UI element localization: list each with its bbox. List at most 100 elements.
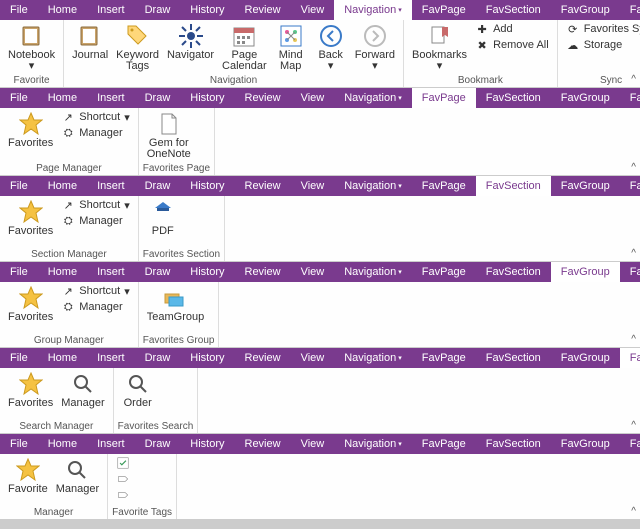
tab-review[interactable]: Review [235,348,291,368]
collapse-ribbon-button[interactable]: ^ [631,248,636,259]
tab-draw[interactable]: Draw [135,434,181,454]
favorites-sync-button[interactable]: ⟳Favorites Sync [566,22,640,36]
favorite-button[interactable]: Favorite [4,456,52,497]
back-button[interactable]: Back▾ [311,22,351,74]
favorites-button[interactable]: Favorites [4,110,57,151]
tab-history[interactable]: History [180,434,234,454]
tag-check-button[interactable] [116,456,130,470]
tab-insert[interactable]: Insert [87,176,135,196]
tab-review[interactable]: Review [235,176,291,196]
tab-favsearch[interactable]: FavSearch [620,434,640,454]
tab-navigation[interactable]: Navigation▾ [334,348,412,368]
tab-draw[interactable]: Draw [135,176,181,196]
tab-insert[interactable]: Insert [87,262,135,282]
tab-home[interactable]: Home [38,0,87,20]
tab-favsearch[interactable]: FavSearch [620,348,640,368]
shortcut-button[interactable]: ↗Shortcut ▾ [61,198,130,212]
tab-insert[interactable]: Insert [87,348,135,368]
shortcut-button[interactable]: ↗Shortcut ▾ [61,284,130,298]
journal-button[interactable]: Journal [68,22,112,63]
tab-history[interactable]: History [180,176,234,196]
collapse-ribbon-button[interactable]: ^ [631,420,636,431]
tab-file[interactable]: File [0,176,38,196]
tab-file[interactable]: File [0,0,38,20]
tab-history[interactable]: History [180,0,234,20]
tab-file[interactable]: File [0,348,38,368]
forward-button[interactable]: Forward▾ [351,22,399,74]
tab-navigation[interactable]: Navigation▾ [334,88,412,108]
manager-button[interactable]: ⛭Manager [61,214,130,228]
tab-draw[interactable]: Draw [135,0,181,20]
tab-navigation[interactable]: Navigation▾ [334,0,412,20]
tab-history[interactable]: History [180,348,234,368]
tab-file[interactable]: File [0,88,38,108]
tab-home[interactable]: Home [38,262,87,282]
notebook-button[interactable]: Notebook▾ [4,22,59,74]
tab-navigation[interactable]: Navigation▾ [334,434,412,454]
manager-button[interactable]: ⛭Manager [61,126,130,140]
tab-history[interactable]: History [180,262,234,282]
bookmarks-button[interactable]: Bookmarks▾ [408,22,471,74]
tab-favpage[interactable]: FavPage [412,88,476,108]
tab-draw[interactable]: Draw [135,88,181,108]
tab-review[interactable]: Review [235,0,291,20]
tab-favsearch[interactable]: FavSearch [620,262,640,282]
favorites-button[interactable]: Favorites [4,370,57,411]
tab-history[interactable]: History [180,88,234,108]
keyword-tags-button[interactable]: Keyword Tags [112,22,163,74]
tab-favsection[interactable]: FavSection [476,348,551,368]
tab-favsearch[interactable]: FavSearch [620,88,640,108]
page-calendar-button[interactable]: Page Calendar [218,22,271,74]
tab-favgroup[interactable]: FavGroup [551,262,620,282]
tab-insert[interactable]: Insert [87,434,135,454]
tab-favpage[interactable]: FavPage [412,176,476,196]
mind-map-button[interactable]: Mind Map [271,22,311,74]
tab-navigation[interactable]: Navigation▾ [334,262,412,282]
tab-favgroup[interactable]: FavGroup [551,348,620,368]
collapse-ribbon-button[interactable]: ^ [631,506,636,517]
tab-review[interactable]: Review [235,434,291,454]
tab-favgroup[interactable]: FavGroup [551,88,620,108]
tab-home[interactable]: Home [38,88,87,108]
manager-button[interactable]: Manager [52,456,103,497]
tab-favsection[interactable]: FavSection [476,262,551,282]
tab-view[interactable]: View [291,348,335,368]
tab-home[interactable]: Home [38,176,87,196]
tab-draw[interactable]: Draw [135,348,181,368]
tab-favsection[interactable]: FavSection [476,88,551,108]
order-button[interactable]: Order [118,370,158,411]
favorites-button[interactable]: Favorites [4,198,57,239]
teamgroup-button[interactable]: TeamGroup [143,284,208,325]
add-button[interactable]: ✚Add [475,22,549,36]
tab-draw[interactable]: Draw [135,262,181,282]
tab-navigation[interactable]: Navigation▾ [334,176,412,196]
tab-insert[interactable]: Insert [87,88,135,108]
tab-home[interactable]: Home [38,348,87,368]
tab-favsection[interactable]: FavSection [476,0,551,20]
manager-button[interactable]: Manager [57,370,108,411]
tab-favsearch[interactable]: FavSearch [620,176,640,196]
tab-favpage[interactable]: FavPage [412,434,476,454]
collapse-ribbon-button[interactable]: ^ [631,74,636,85]
tab-view[interactable]: View [291,262,335,282]
tab-home[interactable]: Home [38,434,87,454]
tab-favpage[interactable]: FavPage [412,0,476,20]
tab-favgroup[interactable]: FavGroup [551,176,620,196]
manager-button[interactable]: ⛭Manager [61,300,130,314]
tab-file[interactable]: File [0,262,38,282]
tab-review[interactable]: Review [235,262,291,282]
tab-file[interactable]: File [0,434,38,454]
tab-favpage[interactable]: FavPage [412,348,476,368]
tab-view[interactable]: View [291,176,335,196]
pdf-button[interactable]: PDF [143,198,183,239]
tab-view[interactable]: View [291,0,335,20]
remove-all-button[interactable]: ✖Remove All [475,38,549,52]
tab-view[interactable]: View [291,88,335,108]
favorites-button[interactable]: Favorites [4,284,57,325]
collapse-ribbon-button[interactable]: ^ [631,162,636,173]
gem-onenote-button[interactable]: Gem for OneNote [143,110,195,162]
tab-favpage[interactable]: FavPage [412,262,476,282]
tab-favsection[interactable]: FavSection [476,434,551,454]
tab-favgroup[interactable]: FavGroup [551,434,620,454]
tab-favsearch[interactable]: FavSearch [620,0,640,20]
